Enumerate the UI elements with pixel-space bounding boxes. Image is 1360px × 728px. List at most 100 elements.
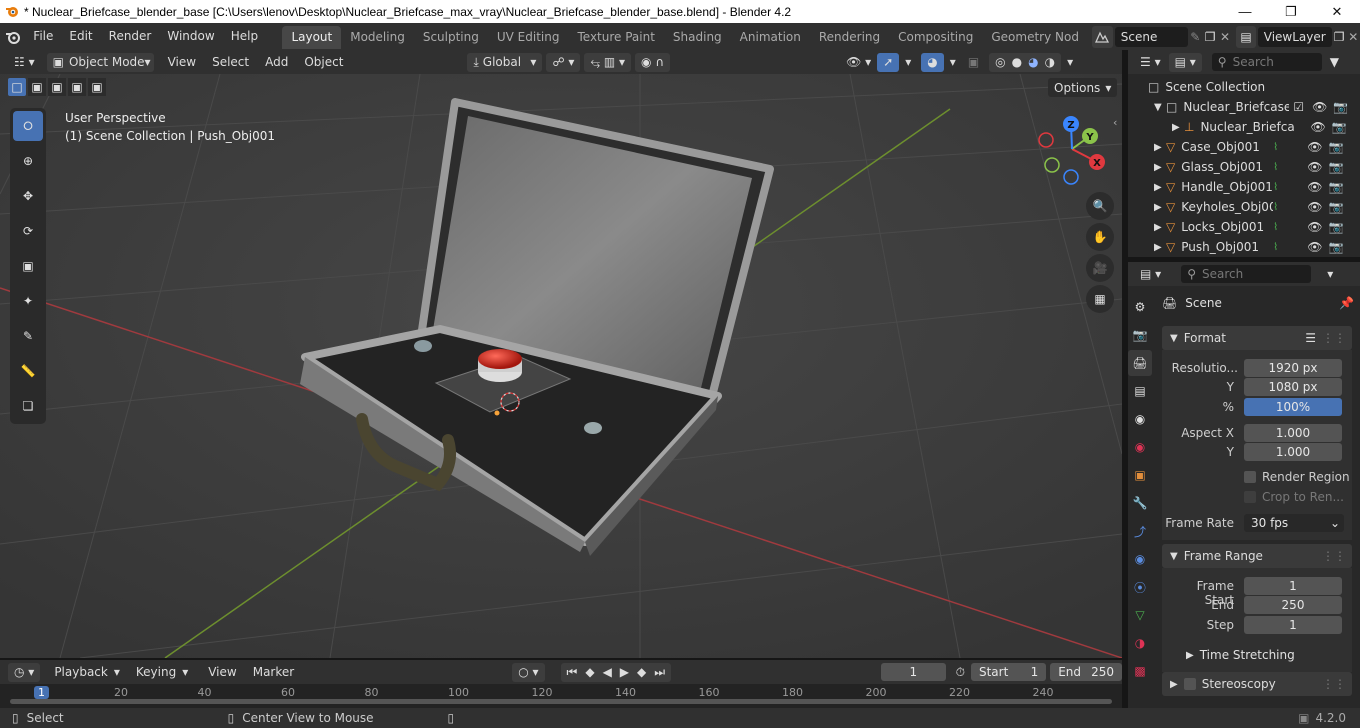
orientation-dropdown[interactable]: ⤓ Global ▾ [467,52,543,72]
chevron-right-icon[interactable]: ▶ [1154,222,1166,233]
scene-icon[interactable] [1091,25,1113,48]
constraints-tab-icon[interactable]: ⦿ [1128,574,1152,600]
camera-icon[interactable]: 📷 [1333,100,1348,114]
timeline[interactable]: 1 20 40 60 80 100 120 140 160 180 200 220 240 [0,684,1122,708]
frame-start-field[interactable]: 1 [1244,577,1342,595]
outliner-row-object[interactable]: ▶ ▽ Handle_Obj001 ⌇ 👁 📷 [1128,177,1360,197]
camera-icon[interactable]: 📷 [1328,240,1343,254]
select-extend-icon[interactable]: ▣ [28,78,46,96]
next-keyframe-icon[interactable]: ◆ [637,665,646,679]
select-subtract-icon[interactable]: ▣ [48,78,66,96]
grid-ortho-icon[interactable]: ▦ [1086,285,1114,313]
zoom-icon[interactable]: 🔍 [1086,192,1114,220]
solid-shading-icon[interactable]: ● [1012,55,1022,69]
chevron-right-icon[interactable]: ▶ [1154,142,1166,153]
vp-menu-add[interactable]: Add [257,49,296,76]
delete-scene-icon[interactable]: ✕ [1218,30,1233,44]
include-checkbox-icon[interactable]: ☑ [1293,100,1304,114]
crop-checkbox[interactable]: Crop to Ren... [1244,490,1344,504]
camera-icon[interactable]: 📷 [1328,220,1343,234]
camera-icon[interactable]: 📷 [1328,200,1343,214]
chevron-right-icon[interactable]: ▶ [1154,182,1166,193]
3d-viewport[interactable]: □ ▣ ▣ ▣ ▣ ⭘ ⊕ ✥ ⟳ ▣ ✦ ✎ 📏 ❏ User Perspec… [0,74,1122,658]
playback-controls[interactable]: ⏮ ◆ ◀ ▶ ◆ ⏭ [560,662,672,682]
cursor-tool-icon[interactable]: ⊕ [13,146,43,176]
frame-range-panel-header[interactable]: ▼ Frame Range ⋮⋮ [1162,544,1352,568]
tab-animation[interactable]: Animation [731,26,810,49]
camera-icon[interactable]: 📷 [1328,180,1343,194]
wireframe-shading-icon[interactable]: ◎ [995,55,1005,69]
annotate-tool-icon[interactable]: ✎ [13,321,43,351]
chevron-right-icon[interactable]: ▶ [1172,122,1184,133]
minimize-icon[interactable]: — [1222,0,1268,23]
world-tab-icon[interactable]: ◉ [1128,434,1152,460]
timeline-scrollbar[interactable] [10,699,1112,704]
drag-handle-icon[interactable]: ⋮⋮ [1322,677,1346,691]
drag-handle-icon[interactable]: ⋮⋮ [1322,331,1346,345]
menu-file[interactable]: File [25,23,61,50]
chevron-right-icon[interactable]: ▶ [1154,162,1166,173]
new-scene-icon[interactable]: ❐ [1203,30,1218,44]
tab-modeling[interactable]: Modeling [341,26,414,49]
play-reverse-icon[interactable]: ◀ [603,665,612,679]
eye-icon[interactable]: 👁 [1307,140,1322,154]
menu-window[interactable]: Window [159,23,222,50]
pivot-dropdown[interactable]: ☍ ▾ [546,52,581,72]
scene-selector[interactable]: Scene [1114,26,1188,47]
maximize-icon[interactable]: ❐ [1268,0,1314,23]
pin-icon[interactable]: 📌 [1339,296,1354,310]
rotate-tool-icon[interactable]: ⟳ [13,216,43,246]
drag-handle-icon[interactable]: ⋮⋮ [1322,549,1346,563]
pan-hand-icon[interactable]: ✋ [1086,223,1114,251]
new-viewlayer-icon[interactable]: ❐ [1332,30,1347,44]
tab-texture-paint[interactable]: Texture Paint [568,26,663,49]
scene-tab-icon[interactable]: ◉ [1128,406,1152,432]
shading-modes[interactable]: ◎ ● ◕ ◑ [989,52,1062,72]
move-tool-icon[interactable]: ✥ [13,181,43,211]
overlay-dropdown[interactable]: ▾ [944,53,962,72]
options-dropdown[interactable]: Options ▾ [1048,78,1118,97]
sidebar-toggle-icon[interactable]: ‹ [1113,116,1117,129]
current-frame-field[interactable]: 1 [881,663,946,681]
tab-uv-editing[interactable]: UV Editing [488,26,569,49]
properties-search-field[interactable]: ⚲ Search [1181,265,1312,283]
stopwatch-icon[interactable]: ⏱ [956,665,965,680]
filter-icon[interactable]: ▼ [1330,55,1339,69]
proportional-edit-toggle[interactable]: ◉ ∩ [635,52,671,72]
data-tab-icon[interactable]: ▽ [1128,602,1152,628]
tab-rendering[interactable]: Rendering [810,26,889,49]
jump-start-icon[interactable]: ⏮ [567,665,578,680]
timeline-editor-type[interactable]: ◷ ▾ [8,662,41,682]
auto-keying-toggle[interactable]: ○ ▾ [512,662,545,682]
tool-tab-icon[interactable]: ⚙ [1128,294,1152,320]
eye-icon[interactable]: 👁 [1310,120,1325,134]
object-tab-icon[interactable]: ▣ [1128,462,1152,488]
snap-toggle[interactable]: ⥃ ▥ ▾ [584,52,632,72]
camera-icon[interactable]: 📷 [1328,160,1343,174]
outliner-editor-type[interactable]: ☰ ▾ [1134,53,1167,72]
prev-keyframe-icon[interactable]: ◆ [585,665,594,679]
view-layer-tab-icon[interactable]: ▤ [1128,378,1152,404]
outliner-row-object[interactable]: ▶▽ Keyholes_Obj001⌇ 👁 📷 [1128,197,1360,217]
material-shading-icon[interactable]: ◕ [1028,55,1038,69]
rendered-shading-icon[interactable]: ◑ [1045,55,1055,69]
chevron-right-icon[interactable]: ▶ [1154,202,1166,213]
resolution-percent-slider[interactable]: 100% [1244,398,1342,416]
eye-icon[interactable]: 👁 [1307,200,1322,214]
eye-icon[interactable]: 👁 [1312,100,1327,114]
output-tab-icon[interactable]: 🖨 [1128,350,1152,376]
physics-tab-icon[interactable]: ◉ [1128,546,1152,572]
tab-sculpting[interactable]: Sculpting [414,26,488,49]
gizmo-dropdown[interactable]: ▾ [899,53,917,72]
eye-icon[interactable]: 👁 [1307,160,1322,174]
vp-menu-object[interactable]: Object [296,49,351,76]
tab-compositing[interactable]: Compositing [889,26,982,49]
select-new-icon[interactable]: □ [8,78,26,96]
render-region-checkbox[interactable]: Render Region [1244,470,1350,484]
viewlayer-selector[interactable]: ViewLayer [1257,26,1332,47]
outliner-row-object[interactable]: ▶ ▽ Push_Obj001 ⌇ 👁 📷 [1128,237,1360,257]
editor-type-dropdown[interactable]: ☷ ▾ [8,53,41,72]
texture-tab-icon[interactable]: ▩ [1128,658,1152,684]
frame-end-field[interactable]: 250 [1244,596,1342,614]
properties-editor-type[interactable]: ▤ ▾ [1134,265,1167,284]
